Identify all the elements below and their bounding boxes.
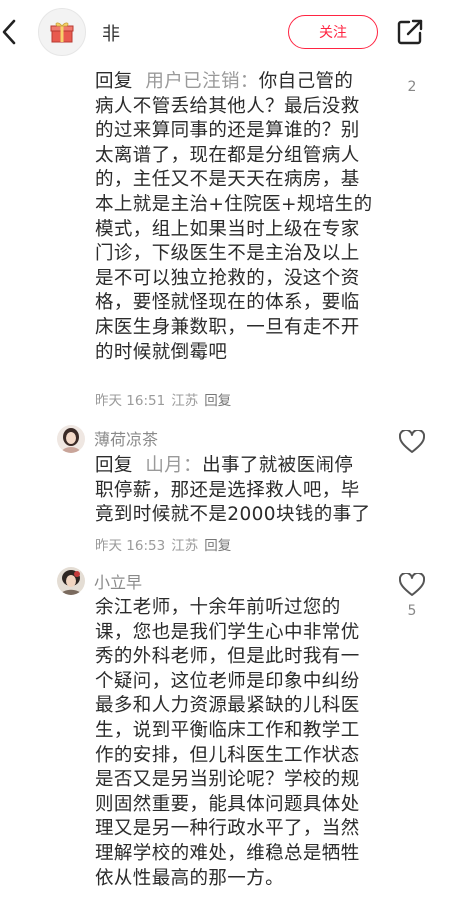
comment-line: 你自己管的 (258, 71, 354, 92)
comment-line: 依从性最高的那一方。 (95, 867, 285, 889)
comment-line: 出事了就被医闹停 (202, 455, 354, 476)
share-button[interactable] (396, 18, 424, 46)
comment-line: 的，主任又不是天天在病房，基 (95, 169, 360, 191)
username[interactable]: 薄荷凉茶 (94, 426, 158, 450)
like-count: 5 (407, 603, 417, 619)
comment-line: 是不可以独立抢救的，没这个资 (95, 267, 360, 289)
reply-label: 回复 (95, 455, 133, 476)
comment-line: 作的安排，但儿科医生工作状态 (95, 744, 360, 766)
comment-line: 生，说到平衡临床工作和教学工 (95, 719, 360, 741)
comment-time: 昨天 16:51 (95, 393, 166, 409)
heart-icon (398, 428, 426, 453)
comment-meta: 昨天 16:51 江苏 回复 (95, 389, 237, 409)
comment-line: 余江老师，十余年前听过您的 (95, 597, 341, 618)
comment-line: 是否又是另当别论呢？学校的规 (95, 769, 360, 791)
back-button[interactable] (0, 18, 20, 46)
comment-time: 昨天 16:53 (95, 538, 166, 554)
top-bar: 非 关注 (0, 0, 456, 64)
comment-line: 个疑问，这位老师是印象中纠纷 (95, 670, 360, 692)
comment-line: 理又是另一种行政水平了，当然 (95, 818, 360, 840)
reply-to-user[interactable]: 山月： (145, 455, 202, 476)
comment-line: 病人不管丢给其他人？最后没救 (95, 95, 360, 117)
comment-line: 职停薪，那还是选择救人吧，毕 (95, 479, 360, 501)
comment-line: 理解学校的难处，维稳总是牺牲 (95, 842, 360, 864)
reply-label: 回复 (95, 71, 133, 92)
comment-line: 课，您也是我们学生心中非常优 (95, 621, 360, 643)
comment-line: 床医生身兼数职，一旦有走不开 (95, 316, 360, 338)
heart-icon (398, 571, 426, 596)
reply-button[interactable]: 回复 (204, 538, 231, 554)
comment-line: 格，要怪就怪现在的体系，要临 (95, 292, 360, 314)
comment-body[interactable]: 回复 山月：出事了就被医闹停 职停薪，那还是选择救人吧，毕 竟到时候就不是200… (95, 454, 395, 528)
comment-body[interactable]: 余江老师，十余年前听过您的 课，您也是我们学生心中非常优 秀的外科老师，但是此时… (95, 596, 395, 891)
like-button[interactable] (398, 428, 426, 454)
author-name[interactable]: 非 (102, 20, 120, 46)
user-avatar[interactable] (57, 567, 85, 595)
comment-line: 门诊，下级医生不是主治及以上 (95, 243, 360, 265)
like-count: 2 (407, 79, 417, 95)
reply-button[interactable]: 回复 (204, 393, 231, 409)
comment-line: 的过来算同事的还是算谁的？别 (95, 120, 360, 142)
comment-line: 秀的外科老师，但是此时我有一 (95, 646, 360, 668)
comment-line: 太离谱了，现在都是分组管病人 (95, 144, 360, 166)
comment-body[interactable]: 回复 用户已注销：你自己管的 病人不管丢给其他人？最后没救 的过来算同事的还是算… (95, 70, 395, 365)
comment-location: 江苏 (171, 393, 199, 409)
reply-to-user[interactable]: 用户已注销： (145, 71, 258, 92)
back-arrow-icon (2, 19, 16, 45)
comment-line: 则固然重要，能具体问题具体处 (95, 793, 360, 815)
comment-line: 模式，组上如果当时上级在专家 (95, 218, 360, 240)
comment-line: 最多和人力资源最紧缺的儿科医 (95, 695, 360, 717)
like-button[interactable] (398, 571, 426, 597)
user-avatar[interactable] (57, 425, 85, 453)
comment-line: 本上就是主治+住院医+规培生的 (95, 193, 373, 215)
comment-meta: 昨天 16:53 江苏 回复 (95, 534, 237, 554)
username[interactable]: 小立早 (94, 569, 142, 593)
comment-line: 的时候就倒霉吧 (95, 341, 228, 363)
share-icon (397, 19, 423, 45)
gift-icon (50, 22, 74, 43)
comment-line: 竟到时候就不是2000块钱的事了 (95, 504, 371, 526)
author-avatar[interactable] (38, 8, 86, 56)
follow-button[interactable]: 关注 (288, 15, 378, 49)
comment-location: 江苏 (171, 538, 199, 554)
